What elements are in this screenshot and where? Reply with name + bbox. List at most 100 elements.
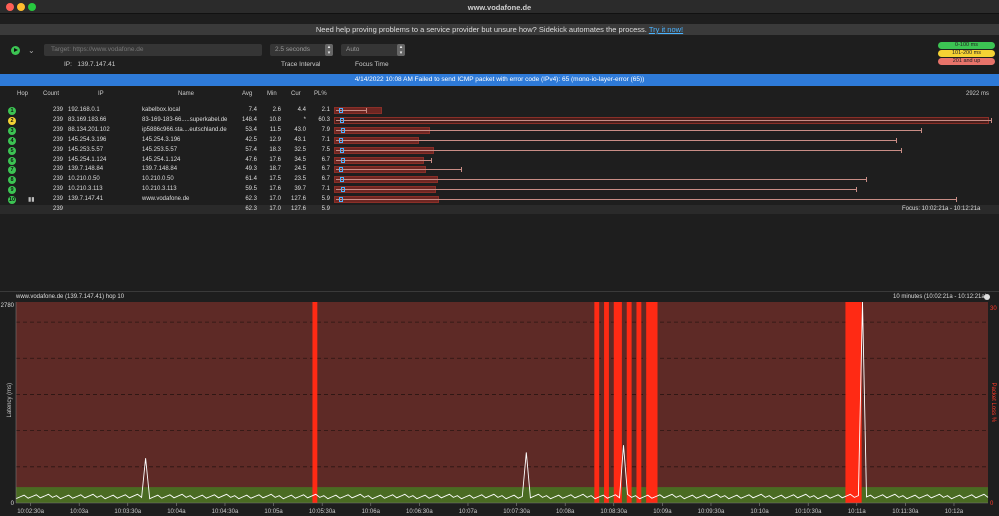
cell-min: 17.5	[269, 176, 281, 183]
stepper-icon[interactable]: ▴ ▾	[325, 44, 333, 56]
current-marker	[340, 177, 344, 183]
hop-badge: 4	[8, 136, 16, 145]
banner-link[interactable]: Try it now!	[649, 25, 683, 34]
cell-name: 10.210.3.113	[142, 186, 177, 193]
table-row[interactable]: 10 239 139.7.147.41 www.vodafone.de 62.3 17.0…	[0, 195, 999, 205]
ok-latency-band	[16, 487, 988, 503]
cell-name: 83-169-183-66.....superkabel.de	[142, 116, 228, 123]
cell-pl: 6.7	[321, 166, 330, 173]
cell-min: 2.6	[272, 107, 281, 113]
hop-badge: 2	[8, 116, 16, 125]
cell-cur: 32.5	[294, 146, 306, 153]
table-row[interactable]: 3 239 88.134.201.102 ip5886c966.sta....euts…	[0, 126, 999, 136]
focus-time-select[interactable]: Auto ▴ ▾	[341, 44, 405, 56]
range-whisker-end	[991, 117, 992, 123]
table-row[interactable]: 9 239 10.210.3.113 10.210.3.113 59.5 17.6 39.7…	[0, 185, 999, 195]
x-tick-label: 10:11a	[848, 509, 867, 515]
cell-cur: *	[303, 116, 306, 123]
summary-count: 239	[52, 206, 63, 212]
range-whisker	[336, 189, 856, 191]
cell-avg: 47.6	[245, 156, 257, 163]
cell-avg: 148.4	[241, 116, 257, 123]
hop-badge: 5	[8, 146, 16, 155]
table-row[interactable]: 1 239 192.168.0.1 kabelbox.local 7.4 2.6 4.4 2.…	[0, 106, 999, 116]
summary-pl: 5.9	[321, 206, 330, 212]
chevron-down-icon[interactable]: ⌄	[28, 46, 35, 55]
cell-pl: 7.1	[321, 136, 330, 143]
col-cur[interactable]: Cur	[291, 91, 301, 97]
packet-loss-bar	[604, 302, 609, 503]
cell-name: www.vodafone.de	[142, 196, 190, 203]
x-tick-label: 10:08:30a	[600, 509, 627, 515]
cell-ip: 88.134.201.102	[68, 126, 110, 133]
start-trace-button[interactable]	[11, 46, 20, 55]
cell-pl: 6.7	[321, 176, 330, 183]
cell-avg: 53.4	[245, 126, 257, 133]
cell-ip: 83.169.183.66	[68, 116, 107, 123]
cell-count: 239	[52, 166, 63, 173]
trace-interval-label: Trace Interval	[281, 61, 321, 68]
packet-loss-bar	[646, 302, 658, 503]
cell-ip: 10.210.3.113	[68, 186, 103, 193]
range-whisker-end	[856, 187, 857, 193]
cell-cur: 24.5	[294, 166, 306, 173]
ip-label: IP:	[64, 61, 72, 68]
cell-cur: 43.1	[294, 136, 306, 143]
col-avg[interactable]: Avg	[242, 91, 252, 97]
col-count[interactable]: Count	[43, 91, 59, 97]
cell-avg: 49.3	[245, 166, 257, 173]
cell-count: 239	[52, 116, 63, 123]
cell-min: 17.6	[269, 186, 281, 193]
col-pl[interactable]: PL%	[314, 91, 327, 97]
current-marker	[339, 108, 343, 113]
current-marker	[341, 187, 345, 193]
trace-interval-select[interactable]: 2.5 seconds ▴ ▾	[270, 44, 333, 56]
cell-avg: 61.4	[245, 176, 257, 183]
y2-tick-label: 30	[990, 306, 997, 312]
hop-badge: 6	[8, 156, 16, 165]
cell-min: 11.5	[269, 126, 281, 133]
y-tick-label: 2780	[1, 303, 15, 309]
x-tick-label: 10:03:30a	[114, 509, 141, 515]
cell-pl: 2.1	[321, 107, 330, 113]
table-row[interactable]: 8 239 10.210.0.50 10.210.0.50 61.4 17.5 23.5 6.…	[0, 175, 999, 185]
stepper-icon[interactable]: ▴ ▾	[397, 44, 405, 56]
cell-name: ip5886c966.sta....eutschland.de	[142, 126, 227, 133]
col-min[interactable]: Min	[267, 91, 277, 97]
cell-avg: 7.4	[248, 107, 257, 113]
table-row[interactable]: 6 239 145.254.1.124 145.254.1.124 47.6 17.6 34…	[0, 156, 999, 166]
hop-badge: 3	[8, 126, 16, 135]
x-tick-label: 10:03a	[70, 509, 89, 515]
table-row[interactable]: 4 239 145.254.3.196 145.254.3.196 42.5 12.9 43…	[0, 136, 999, 146]
cell-pl: 5.9	[321, 196, 330, 203]
graph-icon[interactable]: ▮▮	[28, 196, 35, 203]
table-row[interactable]: 7 239 139.7.148.84 139.7.148.84 49.3 18.7 24.5…	[0, 165, 999, 175]
table-row[interactable]: 2 239 83.169.183.66 83-169-183-66.....super…	[0, 116, 999, 126]
x-tick-label: 10:08a	[556, 509, 575, 515]
splitter[interactable]	[0, 291, 999, 292]
target-input[interactable]: Target: https://www.vodafone.de	[44, 44, 262, 56]
cell-pl: 7.5	[321, 146, 330, 153]
x-tick-label: 10:10:30a	[795, 509, 822, 515]
error-message-bar: 4/14/2022 10:08 AM Failed to send ICMP p…	[0, 74, 999, 86]
range-whisker-end	[366, 108, 367, 113]
cell-cur: 127.6	[290, 196, 306, 203]
summary-cur: 127.6	[290, 206, 306, 212]
current-marker	[340, 147, 344, 153]
y2-tick-label: 0	[990, 501, 994, 507]
cell-pl: 6.7	[321, 156, 330, 163]
range-whisker-end	[956, 197, 957, 203]
col-name[interactable]: Name	[178, 91, 194, 97]
col-hop[interactable]: Hop	[17, 91, 28, 97]
cell-cur: 39.7	[294, 186, 306, 193]
latency-chart[interactable]: 2780 0 30 0 Latency (ms) Packet Loss % 10:02:3…	[0, 300, 999, 516]
cell-min: 17.0	[269, 196, 281, 203]
packet-loss-bar	[312, 302, 318, 503]
cell-min: 10.8	[269, 116, 281, 123]
col-ip[interactable]: IP	[98, 91, 104, 97]
table-row[interactable]: 5 239 145.253.5.57 145.253.5.57 57.4 18.3 32.5…	[0, 146, 999, 156]
cell-ip: 10.210.0.50	[68, 176, 100, 183]
window-title: www.vodafone.de	[467, 3, 532, 12]
range-whisker-end	[921, 127, 922, 133]
x-tick-label: 10:06a	[362, 509, 381, 515]
